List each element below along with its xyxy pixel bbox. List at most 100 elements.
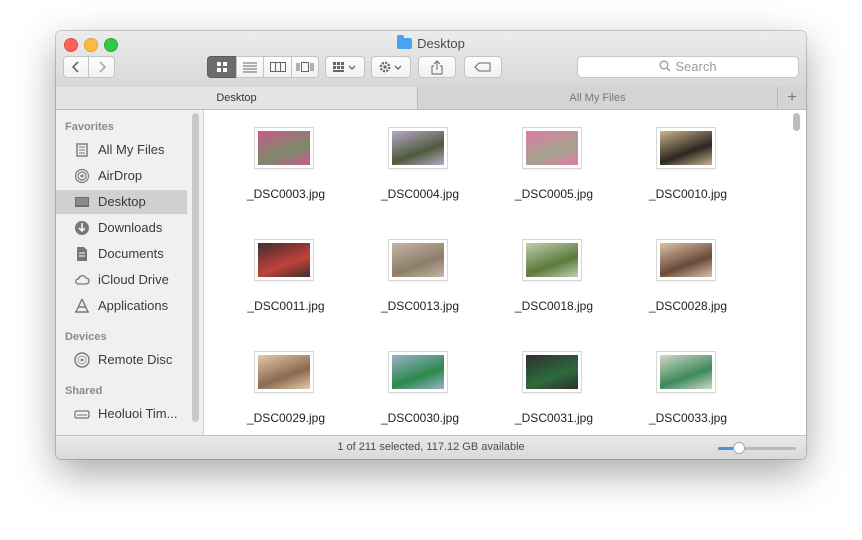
file-name: _DSC0028.jpg [648,299,728,313]
file-name: _DSC0003.jpg [246,187,326,201]
sidebar-scrollbar[interactable] [192,113,199,422]
photo-thumbnail [389,240,447,280]
list-view-icon [243,62,257,73]
column-view-icon [269,62,286,72]
file-name: _DSC0005.jpg [514,187,594,201]
sidebar-item-label: Remote Disc [98,352,173,367]
tab-bar: Desktop All My Files + [56,87,806,110]
titlebar: Desktop Search [56,31,806,88]
file-grid: _DSC0003.jpg _DSC0004.jpg _DSC0005.jpg _DSC… [204,110,806,435]
file-name: _DSC0011.jpg [247,299,325,313]
photo-thumbnail [657,352,715,392]
sidebar-item-airdrop[interactable]: AirDrop [56,164,187,188]
tag-icon [474,62,491,72]
sidebar-heading-favorites: Favorites [65,121,114,133]
photo-thumbnail [523,352,581,392]
sidebar-heading-shared: Shared [65,385,103,397]
action-menu-button[interactable] [371,56,411,78]
airdrop-icon [74,168,90,184]
file-name: _DSC0029.jpg [246,411,326,425]
gear-icon [379,61,402,73]
icon-view-icon [217,62,227,72]
disc-icon [74,352,90,368]
photo-preview [660,131,712,165]
window-title: Desktop [56,35,806,51]
file-name: _DSC0018.jpg [514,299,594,313]
icon-size-slider[interactable] [718,442,796,454]
applications-icon [75,298,89,313]
photo-preview [660,243,712,277]
photo-thumbnail [657,240,715,280]
sidebar-item-heoluoi-tim[interactable]: Heoluoi Tim... [56,402,187,426]
network-drive-icon [74,410,90,419]
photo-preview [526,131,578,165]
sidebar: Favorites All My Files AirDrop Desktop Downl… [56,110,204,435]
sidebar-item-remote-disc[interactable]: Remote Disc [56,348,187,372]
finder-window: Desktop Search Desktop All My Files + Fa… [56,31,806,459]
arrange-icon [333,62,356,72]
downloads-icon [75,221,89,235]
search-icon [659,60,671,72]
sidebar-item-label: Applications [98,298,169,313]
sidebar-item-desktop[interactable]: Desktop [56,190,187,214]
share-button[interactable] [418,56,456,78]
file-name: _DSC0010.jpg [648,187,728,201]
chevron-left-icon [71,61,79,73]
sidebar-item-applications[interactable]: Applications [56,294,187,318]
photo-thumbnail [523,128,581,168]
arrange-button[interactable] [325,56,365,78]
share-icon [431,60,443,75]
sidebar-item-all-my-files[interactable]: All My Files [56,138,187,162]
slider-knob[interactable] [733,442,746,454]
cloud-icon [75,275,90,285]
sidebar-item-label: All My Files [98,142,165,157]
forward-button[interactable] [88,56,115,78]
sidebar-heading-devices: Devices [65,331,107,343]
window-title-text: Desktop [417,36,465,51]
sidebar-item-documents[interactable]: Documents [56,242,187,266]
photo-thumbnail [255,240,313,280]
photo-thumbnail [657,128,715,168]
tab-all-my-files[interactable]: All My Files [418,87,778,109]
search-placeholder: Search [675,59,717,74]
photo-preview [258,243,310,277]
folder-icon [397,35,413,49]
file-name: _DSC0013.jpg [380,299,460,313]
back-button[interactable] [63,56,89,78]
photo-preview [660,355,712,389]
icon-view-button[interactable] [207,56,237,78]
cover-flow-button[interactable] [291,56,319,78]
photo-preview [392,355,444,389]
sidebar-item-label: Documents [98,246,164,261]
photo-thumbnail [255,352,313,392]
chevron-right-icon [98,61,106,73]
sidebar-item-label: Desktop [98,194,146,209]
photo-thumbnail [389,128,447,168]
sidebar-item-label: Downloads [98,220,163,235]
plus-icon: + [787,89,797,106]
photo-preview [392,243,444,277]
file-name: _DSC0031.jpg [514,411,594,425]
sidebar-item-downloads[interactable]: Downloads [56,216,187,240]
photo-thumbnail [255,128,313,168]
tags-button[interactable] [464,56,502,78]
photo-preview [392,131,444,165]
all-files-icon [76,143,88,157]
documents-icon [77,247,87,261]
photo-thumbnail [389,352,447,392]
file-name: _DSC0030.jpg [380,411,460,425]
status-text: 1 of 211 selected, 117.12 GB available [337,441,525,453]
list-view-button[interactable] [236,56,264,78]
tab-desktop[interactable]: Desktop [56,87,418,109]
file-name: _DSC0004.jpg [380,187,460,201]
new-tab-button[interactable]: + [778,87,806,109]
sidebar-item-label: Heoluoi Tim... [98,406,178,421]
content-scrollbar[interactable] [793,113,800,131]
sidebar-item-icloud-drive[interactable]: iCloud Drive [56,268,187,292]
search-field[interactable]: Search [577,56,799,78]
cover-flow-icon [296,62,314,72]
column-view-button[interactable] [263,56,292,78]
photo-preview [258,131,310,165]
sidebar-item-label: iCloud Drive [98,272,169,287]
photo-preview [526,243,578,277]
